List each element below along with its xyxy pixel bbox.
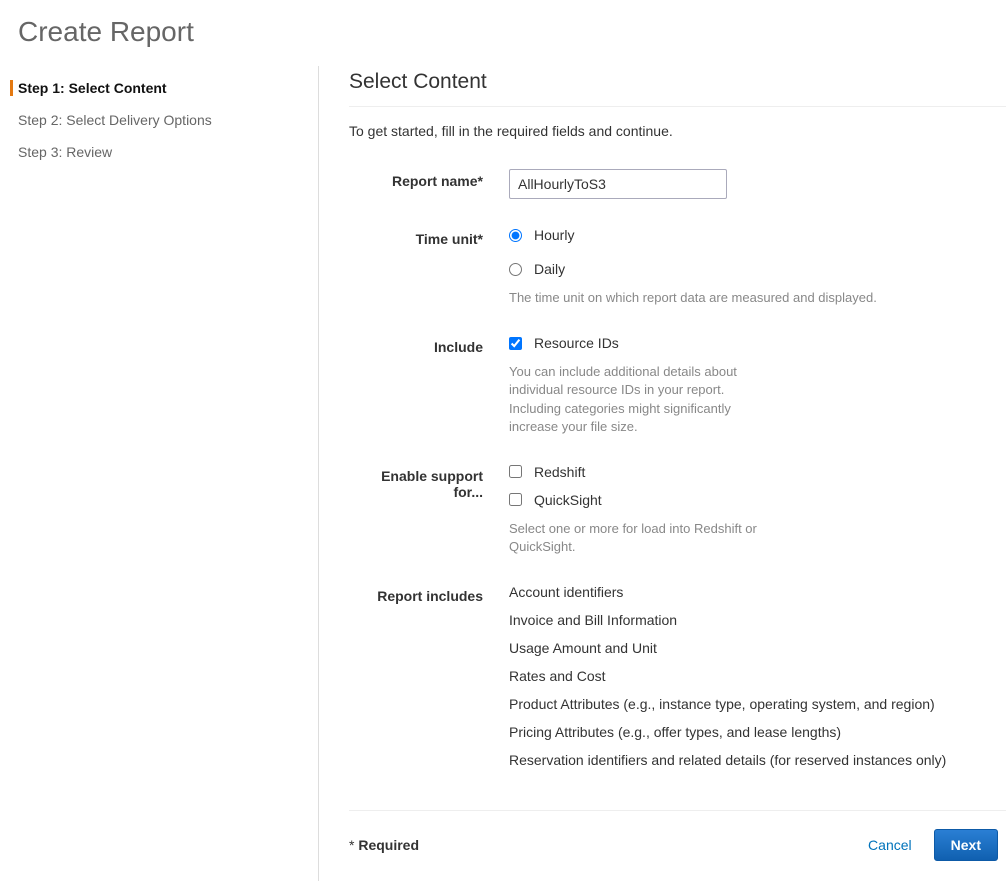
step-3-review[interactable]: Step 3: Review — [0, 136, 318, 168]
wizard-steps-nav: Step 1: Select Content Step 2: Select De… — [0, 66, 318, 881]
enable-quicksight-label: QuickSight — [534, 492, 602, 508]
page-title: Create Report — [0, 0, 1006, 66]
time-unit-hourly-label: Hourly — [534, 227, 574, 243]
include-help: You can include additional details about… — [509, 363, 779, 436]
time-unit-daily-label: Daily — [534, 261, 565, 277]
enable-redshift-label: Redshift — [534, 464, 585, 480]
step-2-select-delivery-options[interactable]: Step 2: Select Delivery Options — [0, 104, 318, 136]
report-name-input[interactable] — [509, 169, 727, 199]
enable-redshift-checkbox[interactable] — [509, 465, 522, 478]
report-includes-item: Invoice and Bill Information — [509, 612, 1006, 628]
report-includes-label: Report includes — [349, 584, 509, 604]
include-label: Include — [349, 335, 509, 355]
report-name-label: Report name* — [349, 169, 509, 189]
step-1-select-content[interactable]: Step 1: Select Content — [0, 72, 318, 104]
section-heading: Select Content — [349, 70, 1006, 107]
cancel-button[interactable]: Cancel — [868, 837, 912, 853]
report-includes-item: Reservation identifiers and related deta… — [509, 752, 1006, 768]
report-includes-item: Product Attributes (e.g., instance type,… — [509, 696, 1006, 712]
report-includes-item: Pricing Attributes (e.g., offer types, a… — [509, 724, 1006, 740]
enable-support-help: Select one or more for load into Redshif… — [509, 520, 779, 556]
time-unit-hourly-radio[interactable] — [509, 229, 522, 242]
time-unit-daily-radio[interactable] — [509, 263, 522, 276]
enable-support-label: Enable support for... — [349, 464, 509, 500]
report-includes-item: Usage Amount and Unit — [509, 640, 1006, 656]
include-resource-ids-label: Resource IDs — [534, 335, 619, 351]
report-includes-item: Rates and Cost — [509, 668, 1006, 684]
footer-divider — [349, 810, 1006, 811]
time-unit-help: The time unit on which report data are m… — [509, 289, 969, 307]
next-button[interactable]: Next — [934, 829, 998, 861]
required-note: * Required — [349, 837, 419, 853]
time-unit-label: Time unit* — [349, 227, 509, 247]
intro-text: To get started, fill in the required fie… — [349, 123, 1006, 139]
include-resource-ids-checkbox[interactable] — [509, 337, 522, 350]
enable-quicksight-checkbox[interactable] — [509, 493, 522, 506]
main-content: Select Content To get started, fill in t… — [318, 66, 1006, 881]
report-includes-item: Account identifiers — [509, 584, 1006, 600]
